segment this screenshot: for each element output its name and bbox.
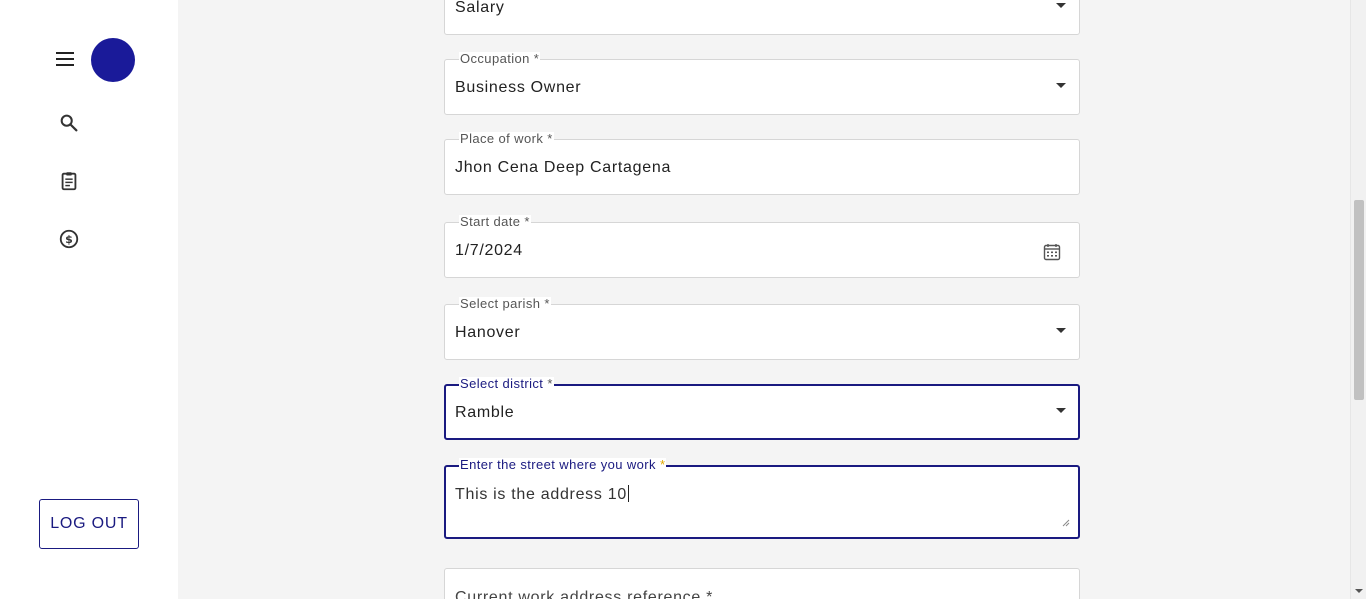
- start-date-value: 1/7/2024: [455, 242, 523, 259]
- avatar[interactable]: [91, 38, 135, 82]
- logout-button[interactable]: LOG OUT: [39, 499, 139, 549]
- chevron-down-icon: [1056, 408, 1066, 413]
- district-select[interactable]: Select district * Ramble: [444, 377, 1080, 440]
- svg-text:$: $: [65, 233, 73, 246]
- place-of-work-label: Place of work *: [459, 131, 554, 146]
- main-content: Salary Occupation * Business Owner Place…: [178, 0, 1350, 599]
- income-source-select[interactable]: Salary: [444, 0, 1080, 35]
- street-label-text: Enter the street where you work: [460, 457, 656, 472]
- place-of-work-input[interactable]: Place of work * Jhon Cena Deep Cartagena: [444, 132, 1080, 195]
- chevron-down-icon: [1056, 83, 1066, 88]
- parish-select[interactable]: Select parish * Hanover: [444, 297, 1080, 360]
- dollar-circle-icon[interactable]: $: [58, 228, 80, 250]
- resize-handle-icon[interactable]: [1062, 519, 1070, 527]
- district-label-text: Select district: [460, 376, 544, 391]
- required-mark: *: [659, 457, 666, 472]
- district-value: Ramble: [455, 404, 515, 421]
- work-address-reference-input[interactable]: Current work address reference *: [444, 568, 1080, 599]
- parish-value: Hanover: [455, 324, 521, 341]
- calendar-icon[interactable]: [1043, 243, 1061, 261]
- search-icon[interactable]: [58, 112, 80, 134]
- street-textarea[interactable]: Enter the street where you work * This i…: [444, 458, 1080, 539]
- hamburger-menu-icon[interactable]: [56, 48, 78, 70]
- vertical-scrollbar[interactable]: [1350, 0, 1366, 599]
- clipboard-icon[interactable]: [58, 170, 80, 192]
- street-value: This is the address 10: [455, 485, 629, 504]
- start-date-label: Start date *: [459, 214, 531, 229]
- chevron-down-icon: [1056, 328, 1066, 333]
- text-cursor: [627, 485, 629, 502]
- street-label: Enter the street where you work *: [459, 457, 667, 472]
- occupation-label: Occupation *: [459, 51, 541, 66]
- occupation-select[interactable]: Occupation * Business Owner: [444, 52, 1080, 115]
- start-date-input[interactable]: Start date * 1/7/2024: [444, 215, 1080, 278]
- work-address-reference-placeholder: Current work address reference *: [455, 589, 714, 599]
- street-value-text: This is the address 10: [455, 486, 627, 503]
- place-of-work-value: Jhon Cena Deep Cartagena: [455, 159, 672, 176]
- parish-label: Select parish *: [459, 296, 551, 311]
- scrollbar-thumb[interactable]: [1354, 200, 1364, 400]
- scroll-down-arrow-icon[interactable]: [1355, 589, 1363, 593]
- required-mark: *: [547, 376, 553, 391]
- occupation-value: Business Owner: [455, 79, 582, 96]
- district-label: Select district *: [459, 377, 554, 391]
- sidebar: $ LOG OUT: [0, 0, 178, 599]
- income-source-value: Salary: [455, 0, 505, 16]
- chevron-down-icon: [1056, 3, 1066, 8]
